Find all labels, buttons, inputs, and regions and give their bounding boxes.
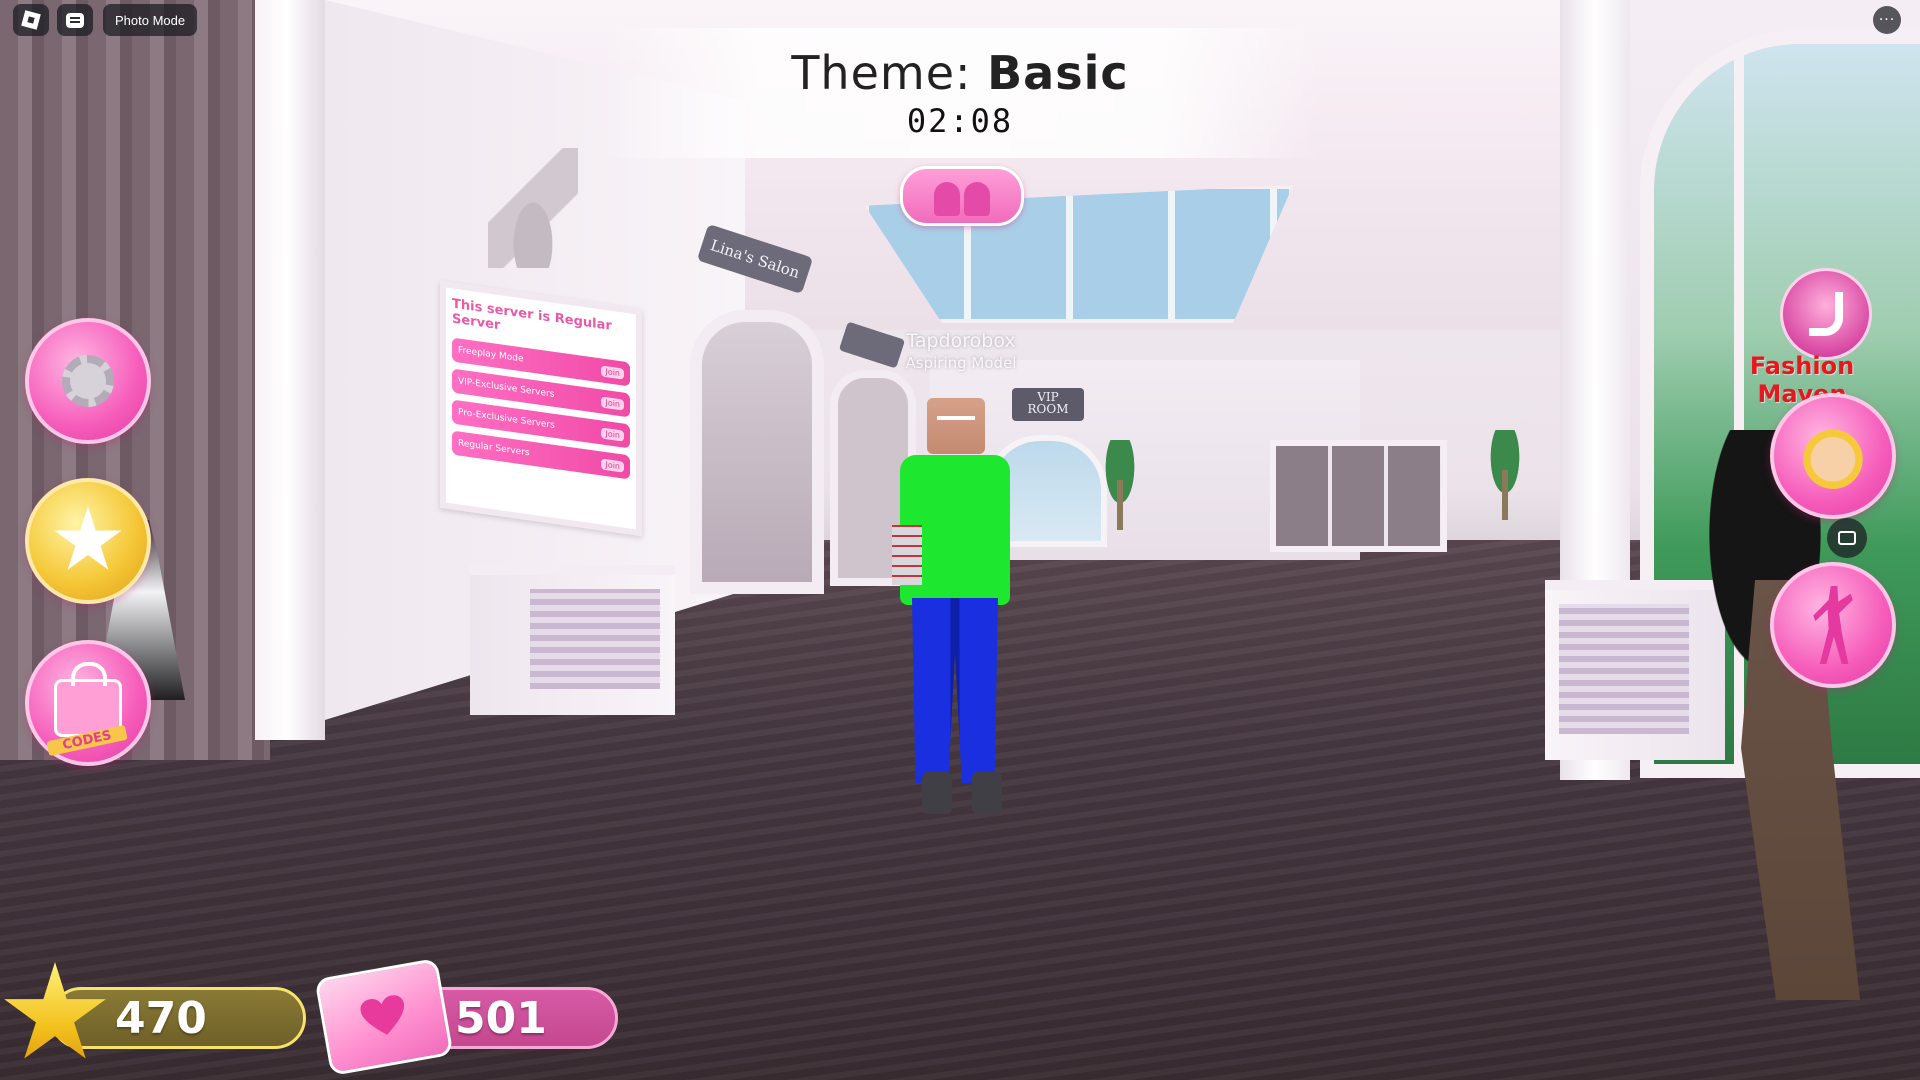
server-row-label: VIP-Exclusive Servers — [458, 376, 555, 400]
server-row-label: Pro-Exclusive Servers — [458, 407, 555, 431]
vip-room-sign: VIP ROOM — [1012, 388, 1084, 421]
left-cabinet — [470, 565, 675, 715]
roblox-menu-button[interactable] — [13, 4, 49, 36]
roblox-logo-icon — [21, 10, 41, 30]
server-info-board: This server is Regular Server Freeplay M… — [440, 280, 642, 537]
dance-icon — [1813, 586, 1853, 664]
player-shoe — [972, 772, 1002, 814]
camera-capture-icon — [1838, 531, 1856, 545]
player-shoe — [922, 772, 952, 814]
theme-value: Basic — [987, 46, 1129, 100]
duo-models-icon — [930, 176, 994, 216]
codes-button[interactable]: CODES — [25, 640, 151, 766]
join-button: Join — [601, 426, 624, 442]
chat-icon — [66, 12, 84, 28]
photo-mode-label: Photo Mode — [115, 12, 186, 28]
player-rank: Aspiring Model — [905, 354, 1017, 372]
fashion-maven-badge[interactable] — [1780, 268, 1872, 360]
fashion-maven-label: Fashion Maven — [1749, 352, 1855, 408]
photo-mode-button[interactable]: Photo Mode — [103, 4, 198, 36]
round-timer: 02:08 — [906, 102, 1014, 140]
player-avatar-head — [927, 398, 985, 454]
theme-line: Theme: Basic — [600, 46, 1320, 100]
stars-currency-bar: 470 — [50, 987, 306, 1049]
high-heel-icon — [1809, 292, 1843, 336]
books-prop — [892, 525, 922, 585]
lotus-wall-ornament — [488, 148, 578, 268]
potted-palm — [1480, 430, 1530, 520]
theme-label: Theme: — [791, 46, 972, 100]
player-name: Tapdorobox — [906, 330, 1016, 352]
chat-button[interactable] — [57, 4, 93, 36]
star-icon — [54, 506, 122, 570]
more-options-button[interactable]: ··· — [1873, 6, 1901, 34]
more-icon: ··· — [1878, 12, 1896, 28]
theme-banner: Theme: Basic 02:08 — [600, 28, 1320, 158]
gear-icon — [62, 355, 114, 407]
cash-count: 501 — [455, 992, 547, 1044]
join-button: Join — [601, 395, 624, 411]
vip-sign-line2: ROOM — [1027, 402, 1069, 416]
emotes-button[interactable] — [1770, 562, 1896, 688]
server-row-label: Freeplay Mode — [458, 345, 524, 365]
stars-count: 470 — [115, 992, 207, 1044]
settings-button[interactable] — [25, 318, 151, 444]
join-button: Join — [601, 364, 624, 380]
salon-doorway — [690, 310, 824, 594]
clothing-display-case — [1270, 440, 1447, 552]
avatar-customize-button[interactable] — [1770, 393, 1896, 519]
duo-mode-button[interactable] — [900, 166, 1024, 226]
game-viewport[interactable]: This server is Regular Server Freeplay M… — [0, 0, 1920, 1080]
beauty-shop-button[interactable] — [25, 478, 151, 604]
potted-palm — [1095, 440, 1145, 530]
avatar-icon — [1800, 423, 1866, 489]
heart-icon — [359, 993, 409, 1040]
server-row-label: Regular Servers — [458, 438, 530, 459]
right-cabinet — [1545, 580, 1725, 760]
player-nametag: Tapdorobox Aspiring Model — [896, 330, 1026, 374]
left-pillar — [255, 0, 325, 740]
camera-capture-button[interactable] — [1827, 518, 1867, 558]
join-button: Join — [601, 457, 624, 473]
